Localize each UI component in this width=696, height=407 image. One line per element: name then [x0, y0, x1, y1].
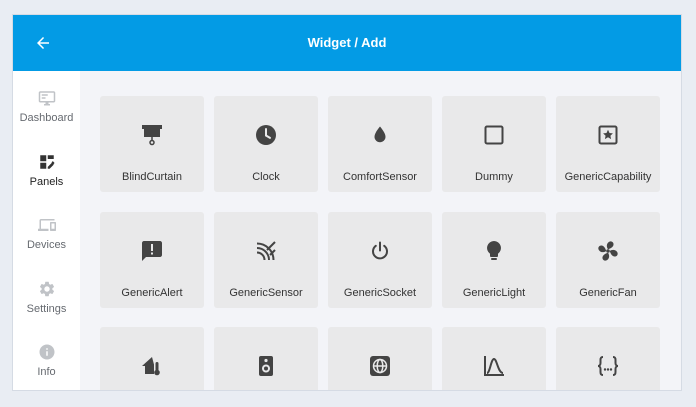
info-icon — [37, 342, 57, 362]
widget-tile-home-thermometer[interactable] — [100, 327, 204, 390]
gear-icon — [37, 279, 57, 299]
widget-tile-comfortsensor[interactable]: ComfortSensor — [328, 96, 432, 192]
sidebar-item-label: Panels — [29, 176, 64, 188]
clock-icon — [254, 123, 278, 147]
sidebar-item-info[interactable]: Info — [13, 333, 80, 390]
sensor-signal-icon — [254, 239, 278, 263]
widget-label: GenericFan — [579, 287, 637, 299]
sidebar-item-label: Info — [37, 366, 56, 378]
speaker-icon — [254, 354, 278, 378]
widget-label: GenericLight — [462, 287, 526, 299]
widget-tile-genericalert[interactable]: GenericAlert — [100, 212, 204, 308]
widget-tile-genericsensor[interactable]: GenericSensor — [214, 212, 318, 308]
widget-tile-speaker[interactable] — [214, 327, 318, 390]
widget-label: GenericSensor — [229, 287, 303, 299]
widget-tile-dummy[interactable]: Dummy — [442, 96, 546, 192]
home-thermometer-icon — [140, 354, 164, 378]
sidebar-item-label: Devices — [26, 239, 67, 251]
fan-icon — [596, 239, 620, 263]
widget-label: ComfortSensor — [343, 171, 417, 183]
star-box-icon — [596, 123, 620, 147]
sidebar-item-settings[interactable]: Settings — [13, 270, 80, 330]
widget-grid: BlindCurtain Clock ComfortSensor Dummy G… — [80, 71, 681, 390]
sidebar-item-label: Settings — [26, 303, 67, 315]
widget-tile-code-braces[interactable] — [556, 327, 660, 390]
widget-label: Dummy — [475, 171, 513, 183]
sidebar: Dashboard Panels Devices Settings Info — [13, 71, 80, 390]
widget-tile-clock[interactable]: Clock — [214, 96, 318, 192]
top-app-bar: Widget / Add — [13, 15, 681, 71]
power-icon — [368, 239, 392, 263]
widget-tile-genericlight[interactable]: GenericLight — [442, 212, 546, 308]
water-drop-icon — [368, 123, 392, 147]
widget-tile-blindcurtain[interactable]: BlindCurtain — [100, 96, 204, 192]
square-outline-icon — [482, 123, 506, 147]
bell-curve-icon — [482, 354, 506, 378]
page-title: Widget / Add — [307, 35, 387, 50]
sidebar-item-label: Dashboard — [19, 112, 74, 124]
sidebar-item-devices[interactable]: Devices — [13, 206, 80, 266]
widget-tile-globe[interactable] — [328, 327, 432, 390]
widget-tile-genericcapability[interactable]: GenericCapability — [556, 96, 660, 192]
code-braces-icon — [596, 354, 620, 378]
widget-label: GenericSocket — [343, 287, 417, 299]
globe-icon — [368, 354, 392, 378]
widget-label: Clock — [252, 171, 280, 183]
blind-curtain-icon — [140, 123, 164, 147]
alert-message-icon — [140, 239, 164, 263]
widget-tile-genericsocket[interactable]: GenericSocket — [328, 212, 432, 308]
devices-icon — [37, 215, 57, 235]
monitor-icon — [37, 88, 57, 108]
widget-label: GenericCapability — [564, 171, 652, 183]
lightbulb-icon — [482, 239, 506, 263]
widget-tile-genericfan[interactable]: GenericFan — [556, 212, 660, 308]
sidebar-item-panels[interactable]: Panels — [13, 143, 80, 203]
sidebar-item-dashboard[interactable]: Dashboard — [13, 79, 80, 139]
app-window: Widget / Add Dashboard Panels Devices Se… — [13, 15, 681, 390]
panels-icon — [37, 152, 57, 172]
widget-label: BlindCurtain — [122, 171, 182, 183]
widget-label: GenericAlert — [121, 287, 183, 299]
widget-tile-bell-curve[interactable] — [442, 327, 546, 390]
